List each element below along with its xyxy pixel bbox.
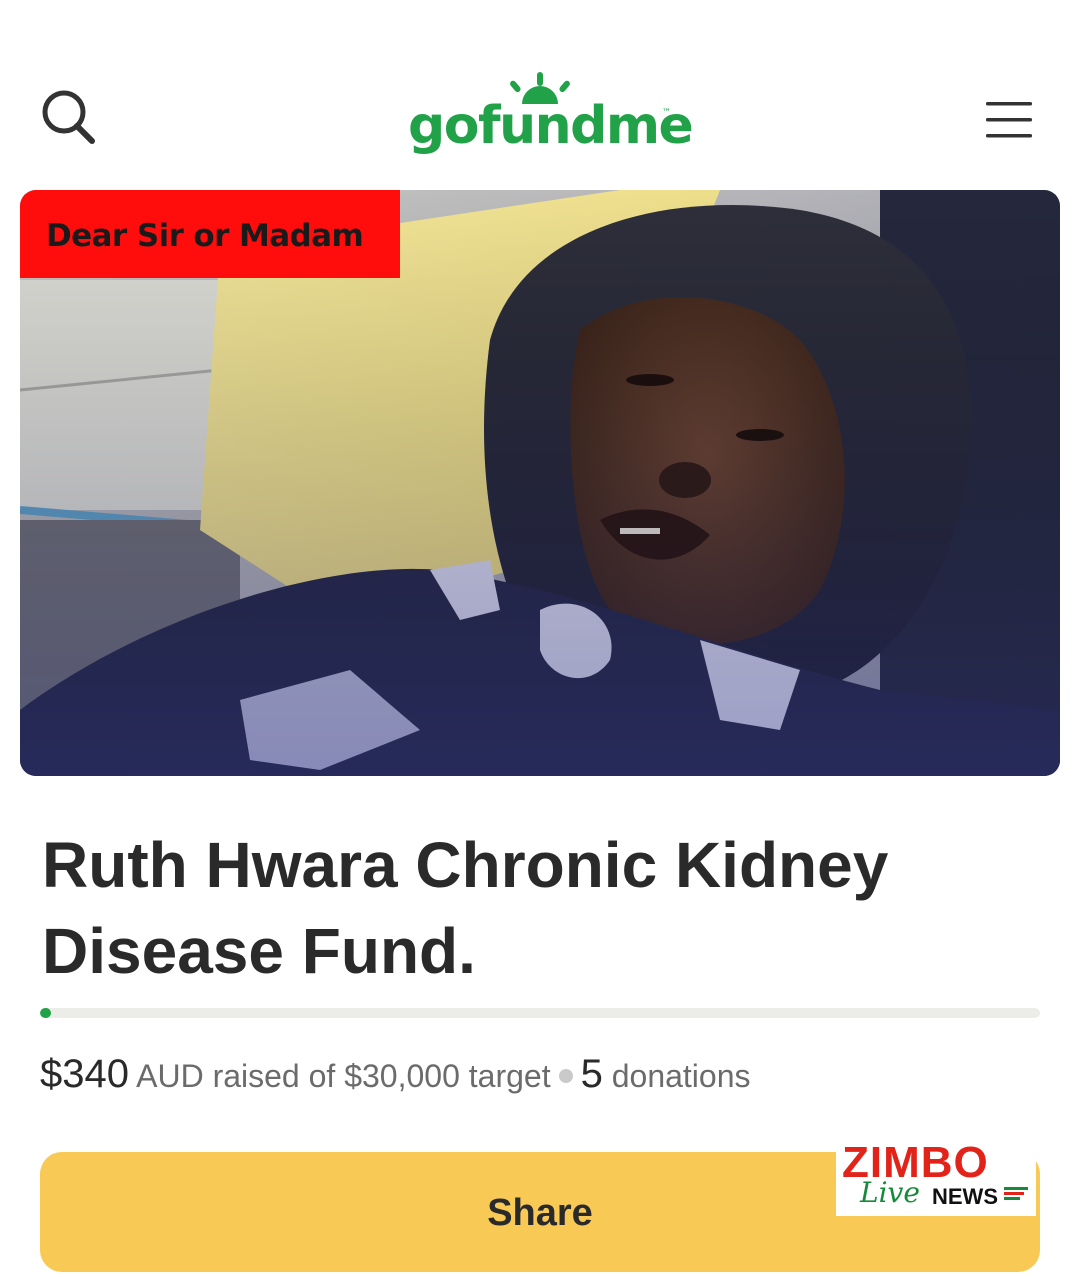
- donation-count: 5: [580, 1052, 603, 1096]
- raised-amount: $340: [40, 1052, 129, 1096]
- hamburger-menu-icon: [986, 102, 1032, 138]
- watermark-news: NEWS: [932, 1184, 998, 1209]
- donations-label: donations: [611, 1058, 751, 1094]
- campaign-title: Ruth Hwara Chronic Kidney Disease Fund.: [42, 829, 889, 987]
- search-button[interactable]: [36, 86, 106, 156]
- search-icon: [42, 90, 95, 144]
- progress-fill: [40, 1008, 52, 1018]
- raised-target-text: AUD raised of $30,000 target: [136, 1058, 551, 1094]
- fundraising-stats: $340 AUD raised of $30,000 target 5 donat…: [40, 1050, 1040, 1100]
- watermark-live: Live: [860, 1176, 920, 1209]
- hero-banner-text: Dear Sir or Madam: [46, 218, 364, 254]
- trademark-symbol: ™: [662, 108, 671, 118]
- campaign-hero-image[interactable]: Dear Sir or Madam: [20, 190, 1060, 776]
- gofundme-logo[interactable]: gofundme ™: [400, 66, 694, 172]
- separator-dot-icon: [558, 1069, 573, 1083]
- top-header: gofundme ™: [0, 0, 1080, 180]
- menu-button[interactable]: [984, 98, 1036, 142]
- flag-stripes-icon: [1004, 1187, 1028, 1200]
- hero-banner: Dear Sir or Madam: [20, 190, 400, 278]
- logo-wordmark: gofundme: [408, 96, 694, 156]
- fundraising-progress-bar: [40, 1008, 1040, 1018]
- zimbo-live-news-watermark: ZIMBO Live NEWS: [836, 1138, 1036, 1216]
